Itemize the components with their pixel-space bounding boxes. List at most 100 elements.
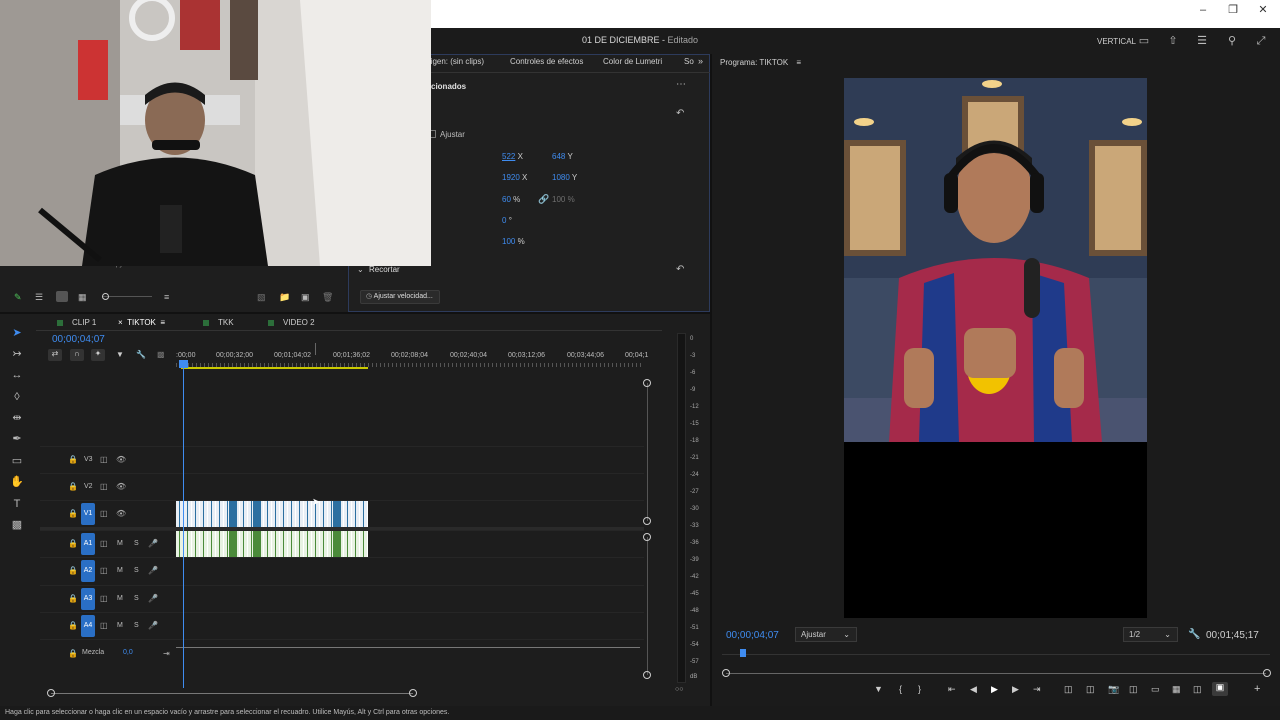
search-icon[interactable]: ⚲: [1225, 34, 1239, 48]
solo-toggle[interactable]: S: [134, 540, 139, 547]
position-x-value[interactable]: 522 X: [502, 152, 523, 161]
tab-tiktok[interactable]: × TIKTOK ≡: [118, 318, 165, 327]
restore-icon[interactable]: ❐: [1225, 2, 1241, 18]
eye-icon[interactable]: 👁: [116, 509, 126, 518]
new-bin-icon[interactable]: 📁: [279, 292, 290, 303]
go-to-in-icon[interactable]: ⇤: [948, 684, 956, 695]
solo-toggle[interactable]: S: [134, 567, 139, 574]
more-options-icon[interactable]: ⋯: [676, 79, 686, 90]
workspace-label[interactable]: VERTICAL: [1097, 37, 1136, 46]
video-clip[interactable]: [253, 501, 261, 527]
rotation-number[interactable]: 0: [502, 216, 506, 225]
sync-lock-icon[interactable]: ◫: [100, 455, 108, 464]
lock-icon[interactable]: 🔒: [68, 594, 78, 603]
sync-lock-icon[interactable]: ◫: [100, 594, 108, 603]
timeline-settings-icon[interactable]: 🔧: [136, 350, 146, 359]
insert-icon[interactable]: ◫: [1064, 684, 1073, 695]
new-item-icon[interactable]: ▣: [301, 292, 310, 303]
zoom-handle-left[interactable]: [47, 689, 55, 697]
track-target-a1[interactable]: A1: [81, 533, 95, 555]
microphone-icon[interactable]: 🎤: [148, 594, 158, 603]
tab-source[interactable]: rigen: (sin clips): [428, 57, 484, 66]
sync-lock-icon[interactable]: ◫: [100, 566, 108, 575]
audio-clip[interactable]: [253, 531, 261, 557]
track-target-a4[interactable]: A4: [81, 615, 95, 637]
panel-divider[interactable]: [0, 312, 710, 314]
fit-select[interactable]: Ajustar ⌄: [795, 627, 857, 642]
rotation-value[interactable]: 0 °: [502, 216, 512, 225]
zoom-slider-handle[interactable]: [102, 293, 109, 300]
lock-icon[interactable]: 🔒: [68, 509, 78, 518]
overwrite-icon[interactable]: ◫: [1086, 684, 1095, 695]
size-w-number[interactable]: 1920: [502, 173, 520, 182]
more-tabs-icon[interactable]: »: [698, 56, 703, 66]
opacity-number[interactable]: 100: [502, 237, 515, 246]
add-button-icon[interactable]: +: [1254, 683, 1260, 695]
razor-icon[interactable]: ◊: [9, 389, 25, 405]
audio-scroll-handle-top[interactable]: [643, 533, 651, 541]
track-target-v1[interactable]: V1: [81, 503, 95, 525]
position-x-number[interactable]: 522: [502, 152, 515, 161]
tab-clip-1[interactable]: CLIP 1: [57, 318, 96, 327]
lock-icon[interactable]: 🔒: [68, 621, 78, 630]
in-point-icon[interactable]: {: [899, 684, 902, 694]
audio-scrollbar[interactable]: [647, 537, 648, 675]
resolution-select[interactable]: 1/2 ⌄: [1123, 627, 1178, 642]
size-h-number[interactable]: 1080: [552, 173, 570, 182]
mute-toggle[interactable]: M: [117, 567, 123, 574]
position-y-value[interactable]: 648 Y: [552, 152, 573, 161]
compare-icon[interactable]: ◫: [1129, 684, 1138, 695]
video-scroll-handle-top[interactable]: [643, 379, 651, 387]
trash-icon[interactable]: 🗑: [322, 292, 333, 303]
lock-icon[interactable]: 🔒: [68, 482, 78, 491]
mute-toggle[interactable]: M: [117, 622, 123, 629]
adjust-checkbox[interactable]: [431, 130, 436, 138]
toggle-icon[interactable]: ▣: [1212, 682, 1228, 696]
chevron-down-icon[interactable]: ⌄: [357, 265, 364, 274]
solo-toggle[interactable]: S: [134, 622, 139, 629]
minimize-icon[interactable]: –: [1195, 2, 1211, 18]
automate-icon[interactable]: ▧: [257, 292, 266, 303]
menu-lines-icon[interactable]: ☰: [1195, 34, 1209, 48]
rectangle-icon[interactable]: ▭: [9, 453, 25, 469]
track-target-a2[interactable]: A2: [81, 560, 95, 582]
link-icon[interactable]: 🔗: [538, 194, 549, 205]
tab-lumetri-color[interactable]: Color de Lumetri: [603, 57, 662, 66]
fullscreen-icon[interactable]: ⤢: [1254, 34, 1268, 48]
eye-icon[interactable]: 👁: [116, 482, 126, 491]
lock-icon[interactable]: 🔒: [68, 455, 78, 464]
tab-tkk[interactable]: TKK: [203, 318, 234, 327]
audio-clip[interactable]: [229, 531, 237, 557]
program-zoom-bar[interactable]: [726, 673, 1266, 674]
zoom-handle-left[interactable]: [722, 669, 730, 677]
size-w-value[interactable]: 1920 X: [502, 173, 527, 182]
tab-effect-controls[interactable]: Controles de efectos: [510, 57, 583, 66]
zoom-slider[interactable]: [102, 296, 152, 297]
selection-tool-icon[interactable]: ➤: [9, 325, 25, 341]
scale-value[interactable]: 60 %: [502, 195, 520, 204]
export-frame-icon[interactable]: 📷: [1108, 684, 1119, 695]
size-h-value[interactable]: 1080 Y: [552, 173, 577, 182]
timeline-timecode[interactable]: 00;00;04;07: [52, 334, 105, 345]
track-target-a3[interactable]: A3: [81, 588, 95, 610]
captions-icon[interactable]: ▩: [157, 350, 165, 359]
freeform-view-icon[interactable]: ▦: [78, 292, 87, 303]
video-clip[interactable]: [229, 501, 237, 527]
lock-icon[interactable]: 🔒: [68, 566, 78, 575]
crop-reset-icon[interactable]: ↶: [676, 264, 684, 275]
scale-number[interactable]: 60: [502, 195, 511, 204]
slip-icon[interactable]: ⇹: [9, 410, 25, 426]
sync-lock-icon[interactable]: ◫: [100, 509, 108, 518]
tab-video-2[interactable]: VIDEO 2: [268, 318, 315, 327]
program-timecode[interactable]: 00;00;04;07: [726, 630, 779, 641]
ripple-edit-icon[interactable]: ↔: [9, 367, 25, 383]
linked-selection-icon[interactable]: ✦: [91, 349, 105, 361]
microphone-icon[interactable]: 🎤: [148, 539, 158, 548]
eye-icon[interactable]: 👁: [116, 455, 126, 464]
type-icon[interactable]: T: [9, 496, 25, 512]
zoom-handle-right[interactable]: [1263, 669, 1271, 677]
step-forward-icon[interactable]: ▶: [1012, 684, 1019, 695]
share-icon[interactable]: ⇧: [1166, 34, 1180, 48]
lock-icon[interactable]: 🔒: [68, 539, 78, 548]
sort-icon[interactable]: ≡: [164, 292, 169, 302]
